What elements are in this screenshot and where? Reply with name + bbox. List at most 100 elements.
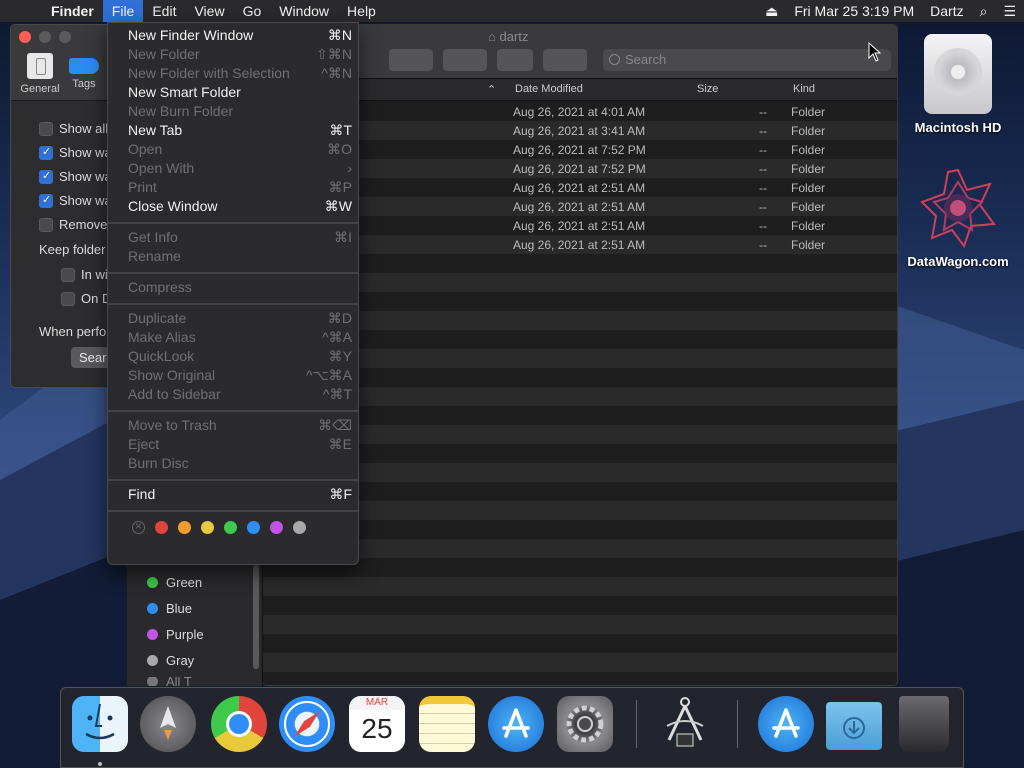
column-date-modified[interactable]: Date Modified [515, 83, 583, 95]
checkbox[interactable] [39, 169, 53, 184]
menu-item-add-to-sidebar: Add to Sidebar ^⌘T [128, 386, 352, 402]
menu-bar: Finder File Edit View Go Window Help ⏏ F… [0, 0, 1024, 22]
menu-edit[interactable]: Edit [143, 0, 185, 22]
hard-drive-icon [924, 34, 992, 114]
sidebar-tag-purple[interactable]: Purple [147, 627, 204, 642]
pref-check-4[interactable]: Remove [39, 217, 107, 232]
menu-item-eject: Eject ⌘E [128, 436, 352, 452]
home-icon: ⌂ [488, 29, 500, 44]
sidebar-tag-green[interactable]: Green [147, 575, 202, 590]
column-size[interactable]: Size [697, 83, 718, 95]
purple-tag-button[interactable] [270, 521, 283, 534]
sidebar-scrollbar[interactable] [253, 565, 259, 669]
blue-tag-icon [147, 603, 158, 614]
sidebar-all-tags[interactable]: All T [147, 677, 192, 686]
pref-subcheck-0[interactable]: In wi [61, 267, 108, 282]
sidebar-tag-blue[interactable]: Blue [147, 601, 192, 616]
finder-sidebar: Green Blue Purple Gray All T [127, 565, 263, 686]
menu-view[interactable]: View [185, 0, 233, 22]
safari-icon[interactable] [279, 696, 335, 752]
calendar-icon[interactable]: MAR 25 [349, 696, 405, 752]
gray-tag-button[interactable] [293, 521, 306, 534]
pref-check-1[interactable]: Show wa [39, 145, 112, 160]
menu-item-print: Print ⌘P [128, 179, 352, 195]
app-store-icon[interactable] [488, 696, 544, 752]
menu-item-new-smart-folder[interactable]: New Smart Folder [128, 84, 352, 103]
yellow-tag-button[interactable] [201, 521, 214, 534]
orange-tag-button[interactable] [178, 521, 191, 534]
eject-icon[interactable]: ⏏ [757, 3, 786, 20]
menu-window[interactable]: Window [270, 0, 338, 22]
search-field[interactable]: Search [603, 49, 891, 71]
zoom-window-button[interactable] [59, 31, 71, 43]
clock[interactable]: Fri Mar 25 3:19 PM [786, 3, 922, 19]
sort-indicator-icon[interactable]: ⌃ [487, 83, 496, 96]
checkbox[interactable] [39, 217, 53, 232]
notification-center-icon[interactable]: ☰ [995, 3, 1024, 20]
checkbox[interactable] [39, 145, 53, 160]
column-kind[interactable]: Kind [793, 83, 815, 95]
red-tag-button[interactable] [155, 521, 168, 534]
menu-item-duplicate: Duplicate ⌘D [128, 310, 352, 326]
dock-separator [636, 700, 637, 748]
checkbox[interactable] [39, 121, 53, 136]
checkbox[interactable] [61, 267, 75, 282]
desktop-icon-datawagon[interactable]: DataWagon.com [903, 168, 1013, 269]
menu-item-open: Open ⌘O [128, 141, 352, 157]
app-store-downloads-icon[interactable] [758, 696, 814, 752]
menu-item-new-tab[interactable]: New Tab ⌘T [128, 122, 352, 141]
pref-subcheck-1[interactable]: On D [61, 291, 111, 306]
tag-icon [69, 58, 99, 74]
menu-file[interactable]: File [102, 0, 144, 22]
minimize-window-button[interactable] [39, 31, 51, 43]
downloads-folder-icon[interactable] [826, 702, 882, 750]
sidebar-tag-gray[interactable]: Gray [147, 653, 194, 668]
pref-check-3[interactable]: Show wa [39, 193, 112, 208]
action-gear-button[interactable] [443, 49, 487, 71]
window-controls [19, 31, 71, 43]
chrome-icon[interactable] [211, 696, 267, 752]
system-preferences-icon[interactable] [557, 696, 613, 752]
submenu-arrow-icon: › [347, 160, 352, 176]
calendar-day: 25 [361, 713, 393, 744]
launchpad-icon[interactable] [140, 696, 196, 752]
menu-item-close-window[interactable]: Close Window ⌘W [128, 198, 352, 217]
remove-tag-icon[interactable] [132, 519, 145, 534]
desktop-icon-macintosh-hd[interactable]: Macintosh HD [903, 34, 1013, 135]
checkbox[interactable] [39, 193, 53, 208]
pref-check-0[interactable]: Show all [39, 121, 108, 136]
prefs-tab-tags[interactable]: Tags [59, 53, 109, 90]
menu-item-find[interactable]: Find ⌘F [128, 486, 352, 505]
pref-check-2[interactable]: Show wa [39, 169, 112, 184]
menu-separator [108, 303, 358, 305]
instruments-icon[interactable] [657, 696, 713, 752]
prefs-tab-general[interactable]: General [15, 53, 65, 95]
menu-item-move-to-trash: Move to Trash ⌘⌫ [128, 417, 352, 433]
menu-separator [108, 272, 358, 274]
menu-item-new-finder-window[interactable]: New Finder Window ⌘N [128, 27, 352, 46]
menu-item-get-info: Get Info ⌘I [128, 229, 352, 245]
user-menu[interactable]: Dartz [922, 3, 971, 19]
green-tag-button[interactable] [224, 521, 237, 534]
menu-app-finder[interactable]: Finder [42, 0, 103, 22]
when-performing-label: When perfo [39, 324, 107, 339]
view-options-button[interactable] [389, 49, 433, 71]
trash-icon[interactable] [899, 696, 949, 752]
spotlight-icon[interactable]: ⌕ [972, 3, 996, 20]
purple-tag-icon [147, 629, 158, 640]
menu-item-quicklook: QuickLook ⌘Y [128, 348, 352, 364]
share-button[interactable] [497, 49, 533, 71]
menu-go[interactable]: Go [234, 0, 271, 22]
menu-help[interactable]: Help [338, 0, 385, 22]
checkbox[interactable] [61, 291, 75, 306]
dock-separator [737, 700, 738, 748]
close-window-button[interactable] [19, 31, 31, 43]
file-menu-dropdown: New Finder Window ⌘N New Folder ⇧⌘N New Fo… [107, 22, 359, 565]
tag-button[interactable] [543, 49, 587, 71]
green-tag-icon [147, 577, 158, 588]
gray-tag-icon [147, 655, 158, 666]
blue-tag-button[interactable] [247, 521, 260, 534]
menu-item-rename: Rename [128, 248, 181, 264]
finder-icon[interactable] [72, 696, 128, 752]
notes-icon[interactable] [419, 696, 475, 752]
